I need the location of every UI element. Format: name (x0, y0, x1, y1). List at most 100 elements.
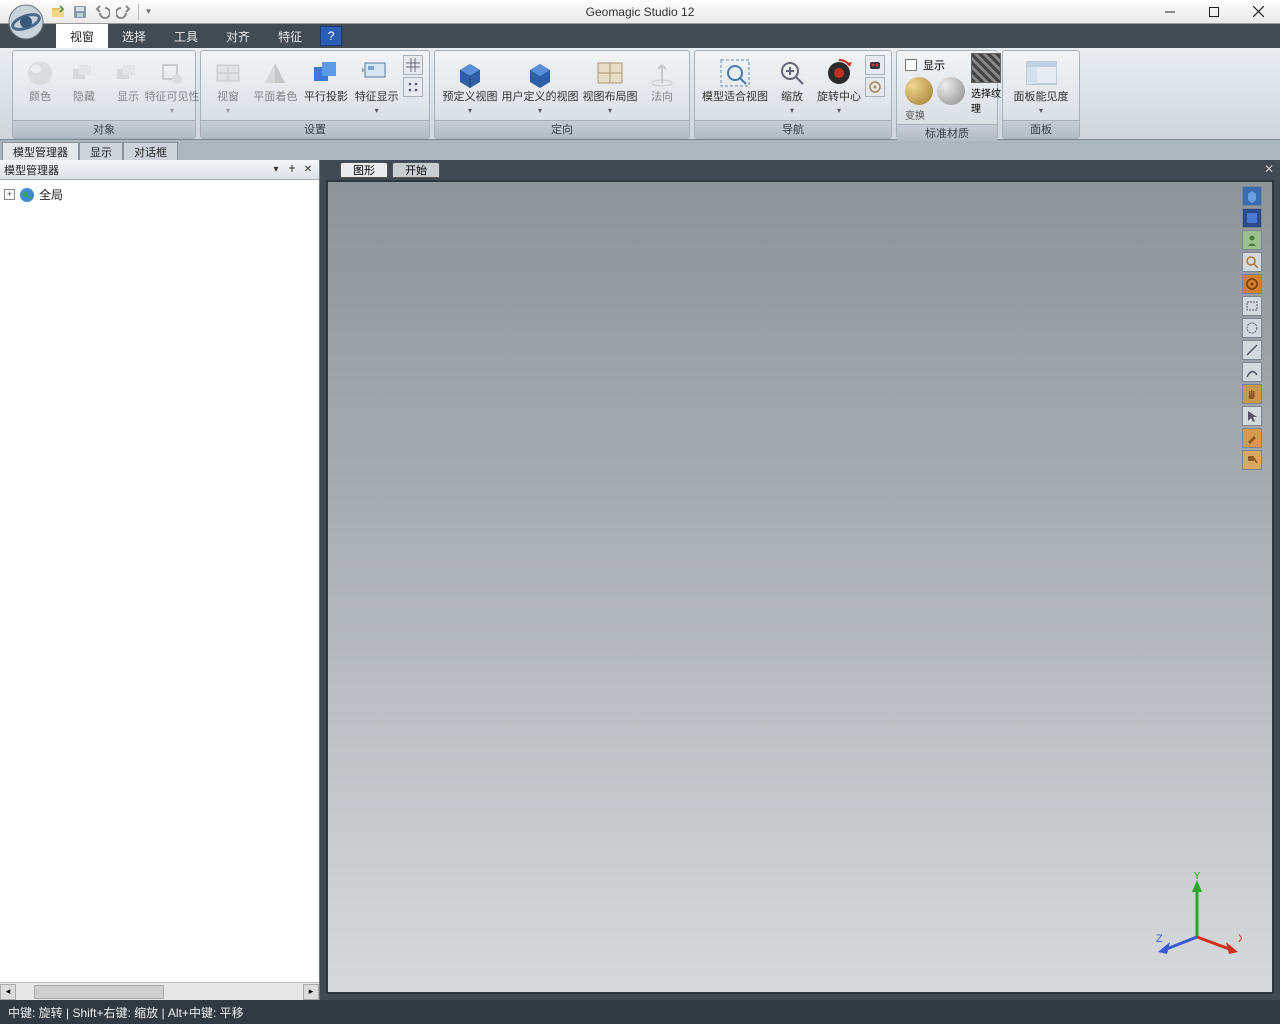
rtool-screen[interactable] (1242, 208, 1262, 228)
app-menu-button[interactable] (6, 2, 46, 42)
viewport-tabs: 图形 开始 ✕ (320, 160, 1280, 180)
show-button[interactable]: 显示 (107, 55, 149, 106)
rtool-paint[interactable] (1242, 450, 1262, 470)
zoom-button[interactable]: 缩放▾ (771, 55, 813, 117)
3d-viewport[interactable]: Y X Z (326, 180, 1274, 994)
panel-dropdown-button[interactable]: ▾ (269, 163, 283, 177)
rtool-cube[interactable] (1242, 186, 1262, 206)
tree-row-global[interactable]: + 全局 (4, 184, 315, 205)
axis-x-label: X (1238, 933, 1242, 945)
close-button[interactable] (1236, 0, 1280, 24)
panel-hscrollbar[interactable]: ◂ ▸ (0, 982, 319, 1000)
points-toggle[interactable] (403, 77, 423, 97)
tree-expand-button[interactable]: + (4, 189, 15, 200)
tab-dialog[interactable]: 对话框 (123, 142, 178, 160)
rtool-search[interactable] (1242, 252, 1262, 272)
material-gold[interactable] (905, 77, 933, 105)
rtool-brush[interactable] (1242, 428, 1262, 448)
fit-icon (719, 57, 751, 89)
viewport-tab-graphics[interactable]: 图形 (340, 162, 388, 178)
flat-shade-icon (259, 57, 291, 89)
rotate-center-button[interactable]: 旋转中心▾ (815, 55, 863, 117)
rtool-select[interactable] (1242, 406, 1262, 426)
ribbon-group-object: 颜色 隐藏 显示 特征可见性▾ 对象 (12, 50, 196, 139)
panel-titlebar: 模型管理器 ▾ ✕ (0, 160, 319, 180)
rtool-circle[interactable] (1242, 318, 1262, 338)
group-label-object: 对象 (13, 120, 195, 138)
maximize-button[interactable] (1192, 0, 1236, 24)
viewport-button[interactable]: 视窗▾ (207, 55, 249, 117)
group-label-panel: 面板 (1003, 120, 1079, 138)
tab-tools[interactable]: 工具 (160, 24, 212, 48)
user-view-button[interactable]: 用户定义的视图▾ (501, 55, 579, 117)
qat-undo-icon[interactable] (94, 4, 110, 20)
viewport-close-button[interactable]: ✕ (1258, 162, 1280, 180)
color-button[interactable]: 颜色 (19, 55, 61, 106)
feature-display-button[interactable]: 特征显示▾ (352, 55, 401, 117)
ribbon-group-nav: 模型适合视图 缩放▾ 旋转中心▾ 导航 (694, 50, 892, 139)
chevron-down-icon: ▾ (790, 106, 794, 115)
chevron-down-icon: ▾ (468, 106, 472, 115)
help-button[interactable]: ? (320, 26, 342, 46)
show-icon (112, 57, 144, 89)
panel-close-button[interactable]: ✕ (301, 163, 315, 177)
axis-y-label: Y (1193, 872, 1201, 882)
feature-visibility-button[interactable]: 特征可见性▾ (151, 55, 193, 117)
scroll-thumb[interactable] (34, 985, 164, 999)
globe-icon (19, 187, 35, 203)
rtool-user[interactable] (1242, 230, 1262, 250)
tab-display[interactable]: 显示 (79, 142, 123, 160)
scroll-left-arrow[interactable]: ◂ (0, 984, 16, 1000)
sphere-icon (24, 57, 56, 89)
rtool-hand[interactable] (1242, 384, 1262, 404)
material-gray[interactable] (937, 77, 965, 105)
fit-view-button[interactable]: 模型适合视图 (701, 55, 769, 106)
layout-icon (594, 57, 626, 89)
ribbon-group-orient: 预定义视图▾ 用户定义的视图▾ 视图布局图▾ 法向 定向 (434, 50, 690, 139)
qat-dropdown-icon[interactable]: ▾ (138, 4, 154, 20)
panel-icon (1025, 57, 1057, 89)
viewport-tab-start[interactable]: 开始 (392, 162, 440, 178)
parallel-proj-button[interactable]: 平行投影 (302, 55, 351, 106)
panel-visibility-button[interactable]: 面板能见度▾ (1009, 55, 1073, 117)
predef-view-button[interactable]: 预定义视图▾ (441, 55, 499, 117)
tab-model-manager[interactable]: 模型管理器 (2, 142, 79, 160)
model-manager-panel: 模型管理器 ▾ ✕ + 全局 ◂ ▸ (0, 160, 320, 1000)
axis-gizmo[interactable]: Y X Z (1152, 872, 1242, 962)
scroll-right-arrow[interactable]: ▸ (303, 984, 319, 1000)
material-show-checkbox[interactable] (905, 59, 917, 71)
chevron-down-icon: ▾ (170, 106, 174, 115)
qat-redo-icon[interactable] (116, 4, 132, 20)
view-layout-button[interactable]: 视图布局图▾ (581, 55, 639, 117)
ribbon-group-panel: 面板能见度▾ 面板 (1002, 50, 1080, 139)
record-toggle[interactable] (865, 55, 885, 75)
group-label-nav: 导航 (695, 120, 891, 138)
tab-select[interactable]: 选择 (108, 24, 160, 48)
minimize-button[interactable] (1148, 0, 1192, 24)
grid-toggle[interactable] (403, 55, 423, 75)
status-text: 中键: 旋转 | Shift+右键: 缩放 | Alt+中键: 平移 (8, 1004, 244, 1021)
zoom-icon (776, 57, 808, 89)
panel-pin-button[interactable] (285, 163, 299, 177)
rtool-target[interactable] (1242, 274, 1262, 294)
model-tree[interactable]: + 全局 (0, 180, 319, 982)
qat-open-icon[interactable] (50, 4, 66, 20)
hide-button[interactable]: 隐藏 (63, 55, 105, 106)
texture-swatch[interactable] (971, 53, 1001, 83)
target-toggle[interactable] (865, 77, 885, 97)
hide-icon (68, 57, 100, 89)
rtool-line[interactable] (1242, 340, 1262, 360)
rtool-curve[interactable] (1242, 362, 1262, 382)
tree-item-label: 全局 (39, 186, 63, 203)
qat-save-icon[interactable] (72, 4, 88, 20)
rtool-rect[interactable] (1242, 296, 1262, 316)
feature-vis-icon (156, 57, 188, 89)
normal-button[interactable]: 法向 (641, 55, 683, 106)
flat-shade-button[interactable]: 平面着色 (251, 55, 300, 106)
tab-align[interactable]: 对齐 (212, 24, 264, 48)
tab-viewport[interactable]: 视窗 (56, 24, 108, 48)
tab-features[interactable]: 特征 (264, 24, 316, 48)
select-texture-label: 选择纹理 (971, 85, 1001, 115)
chevron-down-icon: ▾ (1039, 106, 1043, 115)
material-show-label: 显示 (923, 57, 945, 73)
